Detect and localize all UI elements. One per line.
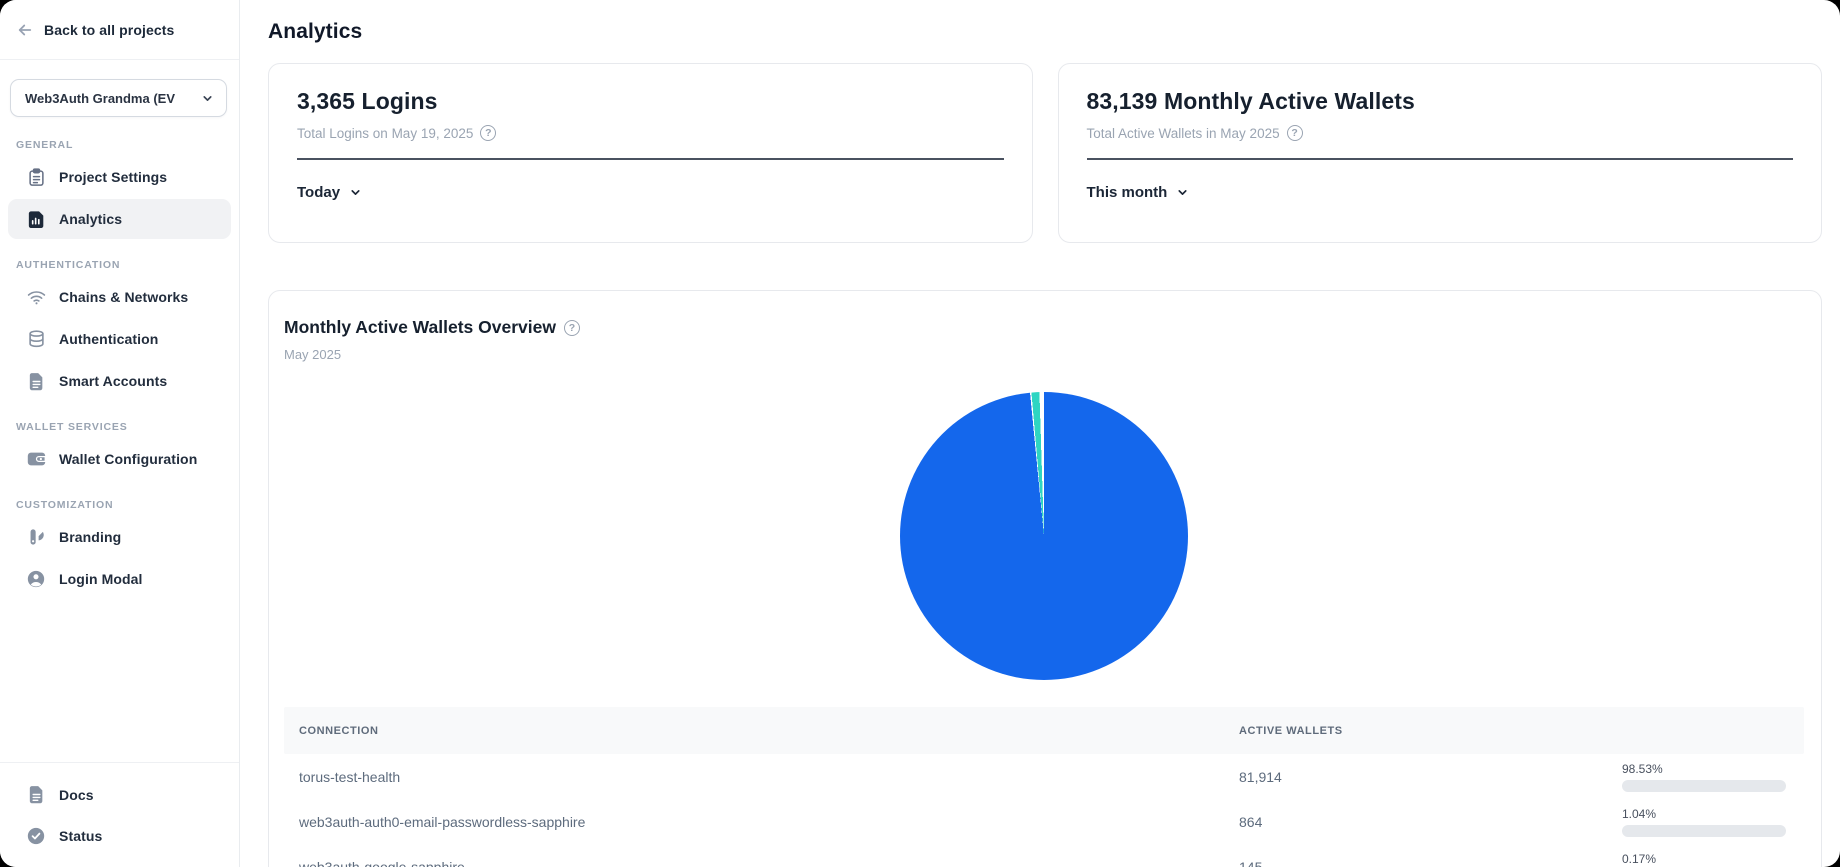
percent-bar — [1622, 825, 1786, 837]
database-icon — [26, 329, 46, 349]
bar-chart-icon — [26, 209, 46, 229]
section-label-wallet-services: WALLET SERVICES — [16, 421, 239, 433]
sidebar-item-chains-networks[interactable]: Chains & Networks — [8, 277, 231, 317]
help-icon[interactable]: ? — [480, 125, 496, 141]
chevron-down-icon — [349, 186, 362, 199]
divider — [297, 158, 1004, 160]
back-label: Back to all projects — [44, 22, 174, 38]
active-wallets-count: 81,914 — [1239, 769, 1622, 785]
chart-title: Monthly Active Wallets Overview — [284, 317, 556, 338]
sidebar-item-label: Wallet Configuration — [59, 451, 197, 467]
document-icon — [26, 371, 46, 391]
active-wallets-range-dropdown[interactable]: This month — [1087, 184, 1794, 201]
sidebar-item-label: Login Modal — [59, 571, 143, 587]
range-value: Today — [297, 184, 340, 201]
main-content: Analytics 3,365 Logins Total Logins on M… — [240, 0, 1840, 867]
connection-name: web3auth-auth0-email-passwordless-sapphi… — [284, 814, 1239, 830]
user-circle-icon — [26, 569, 46, 589]
table-row[interactable]: web3auth-auth0-email-passwordless-sapphi… — [284, 799, 1804, 844]
wallet-icon — [26, 449, 46, 469]
sidebar-item-label: Docs — [59, 787, 94, 803]
sidebar-item-authentication[interactable]: Authentication — [8, 319, 231, 359]
sidebar-item-login-modal[interactable]: Login Modal — [8, 559, 231, 599]
back-to-projects-button[interactable]: Back to all projects — [0, 0, 239, 60]
logins-metric-subtitle: Total Logins on May 19, 2025 — [297, 126, 473, 141]
column-header-connection: CONNECTION — [284, 725, 1239, 737]
project-selector-value: Web3Auth Grandma (EV — [25, 91, 175, 106]
sidebar-item-label: Analytics — [59, 211, 122, 227]
chevron-down-icon — [201, 92, 214, 105]
sidebar-item-project-settings[interactable]: Project Settings — [8, 157, 231, 197]
sidebar-item-label: Branding — [59, 529, 121, 545]
sidebar-item-smart-accounts[interactable]: Smart Accounts — [8, 361, 231, 401]
chart-period: May 2025 — [284, 347, 1804, 362]
table-header: CONNECTION ACTIVE WALLETS — [284, 707, 1804, 754]
sidebar-item-analytics[interactable]: Analytics — [8, 199, 231, 239]
range-value: This month — [1087, 184, 1168, 201]
percent-bar — [1622, 780, 1786, 792]
active-wallets-metric-card: 83,139 Monthly Active Wallets Total Acti… — [1058, 63, 1823, 243]
active-wallets-count: 864 — [1239, 814, 1622, 830]
table-row[interactable]: torus-test-health 81,914 98.53% — [284, 754, 1804, 799]
project-selector-dropdown[interactable]: Web3Auth Grandma (EV — [10, 79, 227, 117]
divider — [1087, 158, 1794, 160]
wifi-icon — [26, 287, 46, 307]
help-icon[interactable]: ? — [1287, 125, 1303, 141]
page-title: Analytics — [268, 20, 1822, 44]
sidebar-nav: GENERAL Project Settings Analytics AUTHE… — [0, 117, 239, 762]
sidebar-footer: Docs Status — [0, 762, 239, 867]
check-circle-icon — [26, 826, 46, 846]
clipboard-icon — [26, 167, 46, 187]
sidebar-item-label: Project Settings — [59, 169, 167, 185]
sidebar-item-docs[interactable]: Docs — [8, 775, 231, 814]
percent-label: 1.04% — [1622, 807, 1804, 821]
section-label-customization: CUSTOMIZATION — [16, 499, 239, 511]
table-row[interactable]: web3auth-google-sapphire 145 0.17% — [284, 844, 1804, 867]
sidebar-item-label: Authentication — [59, 331, 158, 347]
connection-name: web3auth-google-sapphire — [284, 859, 1239, 867]
percent-label: 98.53% — [1622, 762, 1804, 776]
sidebar-item-label: Smart Accounts — [59, 373, 167, 389]
active-wallets-metric-subtitle: Total Active Wallets in May 2025 — [1087, 126, 1280, 141]
connections-table: CONNECTION ACTIVE WALLETS torus-test-hea… — [284, 707, 1804, 867]
sidebar-item-label: Status — [59, 828, 102, 844]
sidebar-item-branding[interactable]: Branding — [8, 517, 231, 557]
connection-name: torus-test-health — [284, 769, 1239, 785]
percent-label: 0.17% — [1622, 852, 1804, 866]
help-icon[interactable]: ? — [564, 320, 580, 336]
section-label-authentication: AUTHENTICATION — [16, 259, 239, 271]
sidebar-item-label: Chains & Networks — [59, 289, 188, 305]
active-wallets-pie-chart[interactable] — [900, 392, 1188, 680]
metric-cards-row: 3,365 Logins Total Logins on May 19, 202… — [268, 63, 1822, 243]
sidebar-item-wallet-configuration[interactable]: Wallet Configuration — [8, 439, 231, 479]
wallets-overview-card: Monthly Active Wallets Overview ? May 20… — [268, 290, 1822, 867]
column-header-active-wallets: ACTIVE WALLETS — [1239, 725, 1622, 737]
section-label-general: GENERAL — [16, 139, 239, 151]
logins-range-dropdown[interactable]: Today — [297, 184, 1004, 201]
sidebar: Back to all projects Web3Auth Grandma (E… — [0, 0, 240, 867]
sidebar-item-status[interactable]: Status — [8, 816, 231, 855]
logins-metric-card: 3,365 Logins Total Logins on May 19, 202… — [268, 63, 1033, 243]
active-wallets-metric-value: 83,139 Monthly Active Wallets — [1087, 88, 1794, 115]
arrow-left-icon — [16, 21, 34, 39]
app-window: Back to all projects Web3Auth Grandma (E… — [0, 0, 1840, 867]
active-wallets-count: 145 — [1239, 859, 1622, 867]
document-icon — [26, 785, 46, 805]
brush-icon — [26, 527, 46, 547]
logins-metric-value: 3,365 Logins — [297, 88, 1004, 115]
chevron-down-icon — [1176, 186, 1189, 199]
